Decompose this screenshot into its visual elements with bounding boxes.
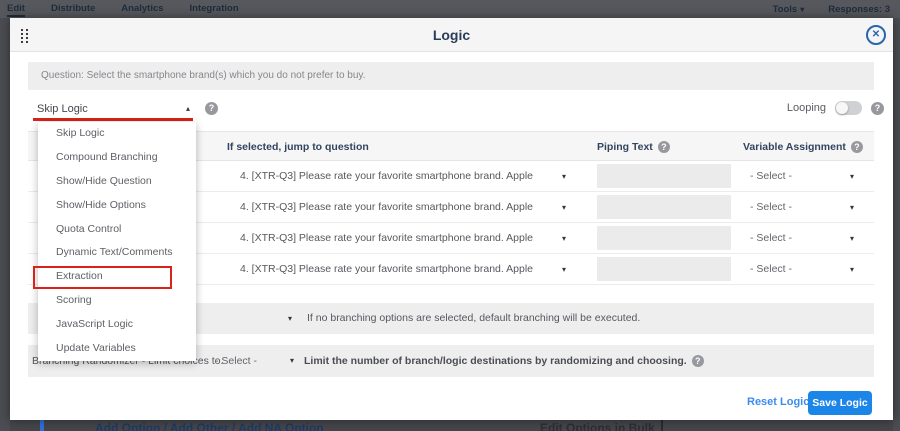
piping-text-input[interactable] [597,226,731,250]
page-background-bottom: Add Option / Add Other / Add NA Option E… [10,420,893,431]
randomizer-note: Limit the number of branch/logic destina… [304,345,704,377]
variable-assignment-select[interactable]: - Select - [740,161,870,192]
chevron-down-icon [562,254,566,285]
page-background-left [0,18,10,431]
menu-item-extraction[interactable]: Extraction [38,265,196,289]
reset-logic-button[interactable]: Reset Logic [747,392,809,412]
chevron-down-icon [850,192,854,223]
looping-toggle[interactable] [835,101,862,115]
top-nav: Edit Distribute Analytics Integration [0,1,239,17]
topbar-right: Tools Responses: 3 [773,4,900,15]
menu-item-update-variables[interactable]: Update Variables [38,337,196,361]
menu-item-scoring[interactable]: Scoring [38,289,196,313]
toggle-knob-icon [836,102,848,114]
chevron-down-icon [850,161,854,192]
piping-help-icon[interactable] [658,141,670,153]
logic-type-value: Skip Logic [33,100,193,118]
variable-assignment-select[interactable]: - Select - [740,192,870,223]
logic-type-select[interactable]: Skip Logic [33,100,193,121]
piping-text-input[interactable] [597,195,731,219]
menu-item-dynamic-text-comments[interactable]: Dynamic Text/Comments [38,241,196,265]
logic-modal: Logic Question: Select the smartphone br… [10,18,893,420]
default-branching-select[interactable] [288,303,292,334]
background-divider [661,420,663,431]
looping-label: Looping [787,102,826,114]
add-option-links[interactable]: Add Option / Add Other / Add NA Option [95,421,324,431]
randomizer-help-icon[interactable] [692,355,704,367]
header-piping-text: Piping Text [597,132,670,162]
default-branching-note: If no branching options are selected, de… [307,303,640,334]
nav-integration[interactable]: Integration [190,1,239,17]
menu-item-quota-control[interactable]: Quota Control [38,218,196,242]
modal-header: Logic [10,18,893,52]
nav-edit[interactable]: Edit [7,1,25,17]
chevron-down-icon [290,345,294,377]
modal-title: Logic [10,18,893,52]
chevron-up-icon [186,104,190,113]
piping-text-input[interactable] [597,257,731,281]
logic-type-menu: Skip Logic Compound Branching Show/Hide … [38,122,196,361]
menu-item-skip-logic[interactable]: Skip Logic [38,122,196,146]
piping-text-input[interactable] [597,164,731,188]
chevron-down-icon [562,223,566,254]
drag-handle-icon[interactable] [21,29,29,42]
menu-item-show-hide-options[interactable]: Show/Hide Options [38,194,196,218]
looping-help-icon[interactable] [871,102,884,115]
top-navbar: Edit Distribute Analytics Integration To… [0,0,900,18]
variable-assignment-select[interactable]: - Select - [740,223,870,254]
randomizer-select[interactable]: - Select - [211,345,299,377]
chevron-down-icon [562,161,566,192]
save-logic-button[interactable]: Save Logic [808,391,872,415]
menu-item-compound-branching[interactable]: Compound Branching [38,146,196,170]
close-icon[interactable] [866,25,886,45]
menu-item-show-hide-question[interactable]: Show/Hide Question [38,170,196,194]
option-marker-bar [40,420,44,431]
chevron-down-icon [562,192,566,223]
nav-distribute[interactable]: Distribute [51,1,95,17]
tools-menu[interactable]: Tools [773,4,805,15]
app-screen: Edit Distribute Analytics Integration To… [0,0,900,431]
question-context-bar: Question: Select the smartphone brand(s)… [28,62,874,90]
logic-type-help-icon[interactable] [205,102,218,115]
page-background-right [893,18,900,431]
variable-assignment-select[interactable]: - Select - [740,254,870,285]
header-variable-assignment: Variable Assignment [743,132,863,162]
chevron-down-icon [850,254,854,285]
menu-item-javascript-logic[interactable]: JavaScript Logic [38,313,196,337]
variable-help-icon[interactable] [851,141,863,153]
looping-control: Looping [787,101,884,115]
header-jump-to-question: If selected, jump to question [227,132,369,162]
responses-count[interactable]: Responses: 3 [828,4,890,15]
nav-analytics[interactable]: Analytics [121,1,163,17]
chevron-down-icon [850,223,854,254]
edit-options-bulk-link[interactable]: Edit Options in Bulk [540,421,655,431]
